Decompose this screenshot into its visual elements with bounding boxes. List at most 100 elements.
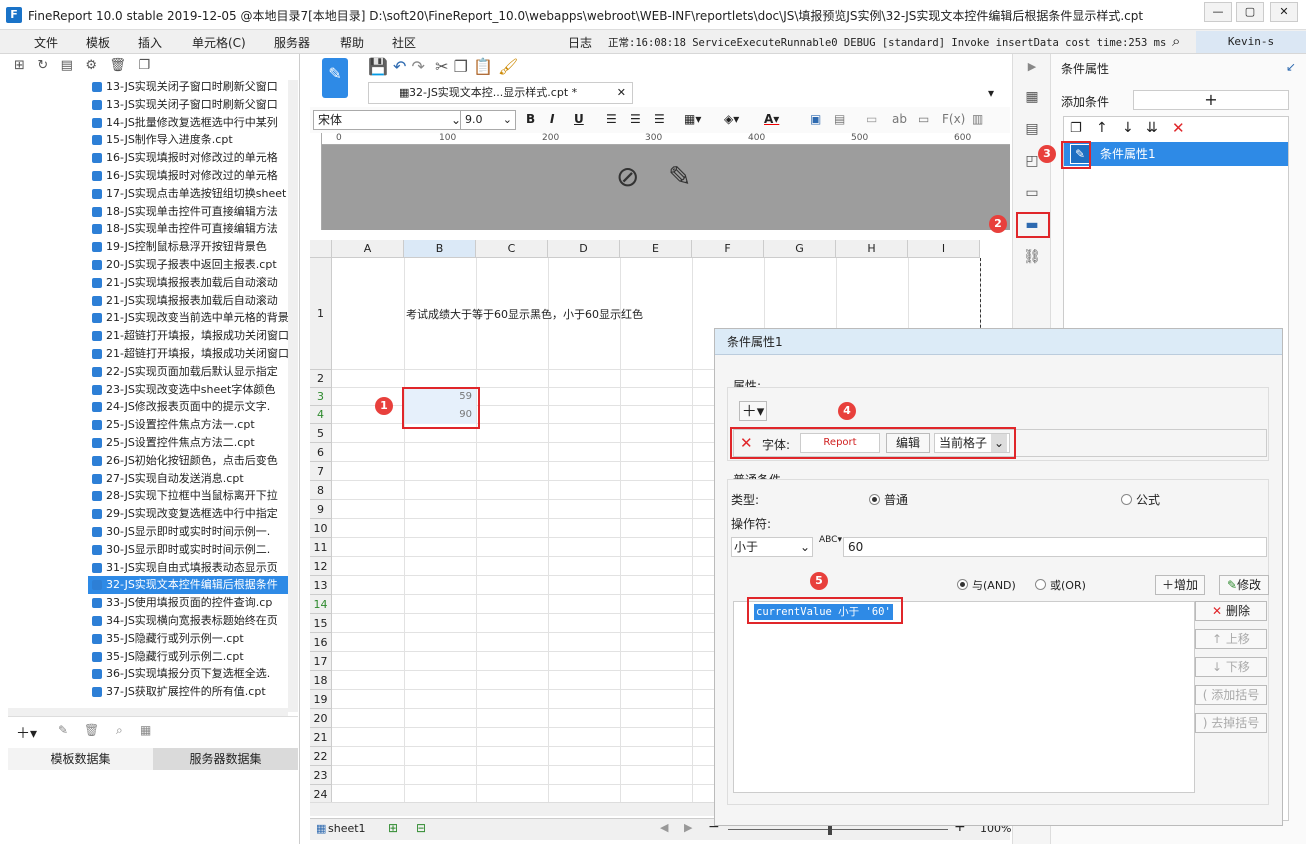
move-up-icon[interactable]: ↑ bbox=[1096, 120, 1108, 136]
edit-pencil-icon[interactable]: ✎ bbox=[668, 160, 691, 193]
element-attr-icon[interactable]: ▭ bbox=[1022, 184, 1042, 202]
operator-select[interactable]: 小于 ⌄ bbox=[731, 537, 813, 557]
tree-item[interactable]: 25-JS设置控件焦点方法一.cpt bbox=[88, 416, 288, 434]
doc-tab-close-icon[interactable]: ✕ bbox=[617, 83, 626, 103]
row-header[interactable]: 13 bbox=[310, 576, 332, 595]
tree-item[interactable]: 25-JS设置控件焦点方法二.cpt bbox=[88, 434, 288, 452]
tree-item[interactable]: 15-JS制作导入进度条.cpt bbox=[88, 131, 288, 149]
tree-item[interactable]: 35-JS隐藏行或列示例一.cpt bbox=[88, 630, 288, 648]
copy-condition-icon[interactable]: ❐ bbox=[1070, 121, 1082, 136]
condition-item[interactable]: ✎ 条件属性1 bbox=[1064, 142, 1288, 166]
column-header[interactable]: A bbox=[332, 240, 404, 258]
doc-tab[interactable]: ▦ 32-JS实现文本控...显示样式.cpt * ✕ bbox=[368, 82, 633, 104]
text-icon[interactable]: ab bbox=[892, 112, 907, 126]
row-header[interactable]: 7 bbox=[310, 462, 332, 481]
cell-attr-icon[interactable]: ▦ bbox=[1022, 88, 1042, 106]
column-header[interactable]: E bbox=[620, 240, 692, 258]
font-color-icon[interactable]: A▾ bbox=[764, 112, 779, 126]
tree-item[interactable]: 21-JS实现填报报表加载后自动滚动 bbox=[88, 292, 288, 310]
row-header[interactable]: 1 bbox=[310, 258, 332, 370]
tree-item[interactable]: 14-JS批量修改复选框选中行中某列 bbox=[88, 114, 288, 132]
column-header[interactable]: D bbox=[548, 240, 620, 258]
hyperlink-icon[interactable]: ⛓ bbox=[1022, 248, 1042, 266]
or-radio[interactable]: 或(OR) bbox=[1035, 577, 1086, 593]
refresh-icon[interactable]: ↻ bbox=[37, 58, 48, 73]
modify-cond-button[interactable]: ✎修改 bbox=[1219, 575, 1269, 595]
collapse-icon[interactable]: ❐ bbox=[138, 58, 150, 73]
column-header[interactable]: B bbox=[404, 240, 476, 258]
italic-icon[interactable]: I bbox=[550, 112, 554, 126]
tree-item[interactable]: 24-JS修改报表页面中的提示文字. bbox=[88, 398, 288, 416]
operator-value-input[interactable]: 60 bbox=[843, 537, 1267, 557]
align-center-icon[interactable]: ☰ bbox=[630, 112, 641, 126]
tree-item[interactable]: 19-JS控制鼠标悬浮开按钮背景色 bbox=[88, 238, 288, 256]
column-header[interactable]: I bbox=[908, 240, 980, 258]
row-header[interactable]: 17 bbox=[310, 652, 332, 671]
move-down-button[interactable]: ↓ 下移 bbox=[1195, 657, 1267, 677]
type-formula-radio[interactable]: 公式 bbox=[1121, 491, 1160, 508]
tree-item[interactable]: 37-JS获取扩展控件的所有值.cpt bbox=[88, 683, 288, 701]
add-dataset-icon[interactable]: ＋▾ bbox=[16, 723, 37, 743]
menu-help[interactable]: 帮助 bbox=[340, 34, 364, 51]
tree-item[interactable]: 13-JS实现关闭子窗口时刷新父窗口 bbox=[88, 96, 288, 114]
delete-condition-icon[interactable]: ✕ bbox=[1172, 119, 1185, 137]
row-header[interactable]: 23 bbox=[310, 766, 332, 785]
tab-menu-icon[interactable]: ▾ bbox=[988, 86, 994, 100]
column-header[interactable]: C bbox=[476, 240, 548, 258]
row-header[interactable]: 12 bbox=[310, 557, 332, 576]
row-header[interactable]: 8 bbox=[310, 481, 332, 500]
row-header[interactable]: 4 bbox=[310, 406, 332, 424]
hide-icon[interactable]: ⊘ bbox=[616, 160, 639, 193]
fill-color-icon[interactable]: ◈▾ bbox=[724, 112, 739, 126]
border-icon[interactable]: ▦▾ bbox=[684, 112, 701, 126]
tree-item[interactable]: 32-JS实现文本控件编辑后根据条件 bbox=[88, 576, 288, 595]
chart-icon[interactable]: ▥ bbox=[972, 112, 983, 126]
row-header[interactable]: 5 bbox=[310, 424, 332, 443]
tree-item[interactable]: 26-JS初始化按钮颜色，点击后变色 bbox=[88, 452, 288, 470]
row-header[interactable]: 20 bbox=[310, 709, 332, 728]
add-poly-sheet-icon[interactable]: ⊟ bbox=[416, 821, 426, 835]
row-header[interactable]: 22 bbox=[310, 747, 332, 766]
widget-attr-icon[interactable]: ▤ bbox=[1022, 120, 1042, 138]
move-bottom-icon[interactable]: ⇊ bbox=[1146, 120, 1158, 136]
column-header[interactable]: H bbox=[836, 240, 908, 258]
remove-bracket-button[interactable]: ) 去掉括号 bbox=[1195, 713, 1267, 733]
value-type-icon[interactable]: ABC▾ bbox=[819, 535, 842, 545]
tree-item[interactable]: 21-JS实现填报报表加载后自动滚动 bbox=[88, 274, 288, 292]
tree-item[interactable]: 18-JS实现单击控件可直接编辑方法 bbox=[88, 203, 288, 221]
search-icon[interactable]: ⌕ bbox=[1172, 32, 1180, 50]
menu-insert[interactable]: 插入 bbox=[138, 34, 162, 51]
font-select[interactable]: 宋体 ⌄ bbox=[313, 110, 465, 130]
widget-icon[interactable]: ▭ bbox=[866, 112, 877, 126]
delete-cond-button[interactable]: ✕ 删除 bbox=[1195, 601, 1267, 621]
tree-item[interactable]: 21-超链打开填报，填报成功关闭窗口 bbox=[88, 345, 288, 363]
tree-item[interactable]: 36-JS实现填报分页下复选框全选. bbox=[88, 665, 288, 683]
tree-item[interactable]: 18-JS实现单击控件可直接编辑方法 bbox=[88, 220, 288, 238]
bold-icon[interactable]: B bbox=[526, 112, 535, 126]
delete-dataset-icon[interactable]: 🗑 bbox=[84, 723, 99, 737]
tree-item[interactable]: 22-JS实现页面加载后默认显示指定 bbox=[88, 363, 288, 381]
tree-item[interactable]: 29-JS实现改变复选框选中行中指定 bbox=[88, 505, 288, 523]
column-header[interactable]: G bbox=[764, 240, 836, 258]
row-header[interactable]: 18 bbox=[310, 671, 332, 690]
row-header[interactable]: 2 bbox=[310, 370, 332, 388]
menu-community[interactable]: 社区 bbox=[392, 34, 416, 51]
formula-icon[interactable]: F(x) bbox=[942, 112, 965, 126]
row-header[interactable]: 3 bbox=[310, 388, 332, 406]
copy-icon[interactable]: ❐ bbox=[454, 57, 468, 76]
minimize-button[interactable]: — bbox=[1204, 2, 1232, 22]
merge-icon[interactable]: ▤ bbox=[834, 112, 845, 126]
tree-item[interactable]: 31-JS实现自由式填报表动态显示页 bbox=[88, 559, 288, 577]
cut-icon[interactable]: ✂ bbox=[435, 57, 448, 76]
redo-icon[interactable]: ↷ bbox=[412, 57, 425, 76]
add-bracket-button[interactable]: ( 添加括号 bbox=[1195, 685, 1267, 705]
tree-hscrollbar[interactable] bbox=[8, 708, 288, 716]
undo-icon[interactable]: ↶ bbox=[393, 57, 406, 76]
tree-item[interactable]: 23-JS实现改变选中sheet字体颜色 bbox=[88, 381, 288, 399]
scroll-left-icon[interactable]: ◀ bbox=[660, 821, 668, 834]
row-header[interactable]: 16 bbox=[310, 633, 332, 652]
collapse-panel-icon[interactable]: ▶ bbox=[1022, 58, 1042, 76]
sheet-tab[interactable]: sheet1 bbox=[328, 822, 366, 835]
menu-file[interactable]: 文件 bbox=[34, 34, 58, 51]
tree-item[interactable]: 20-JS实现子报表中返回主报表.cpt bbox=[88, 256, 288, 274]
